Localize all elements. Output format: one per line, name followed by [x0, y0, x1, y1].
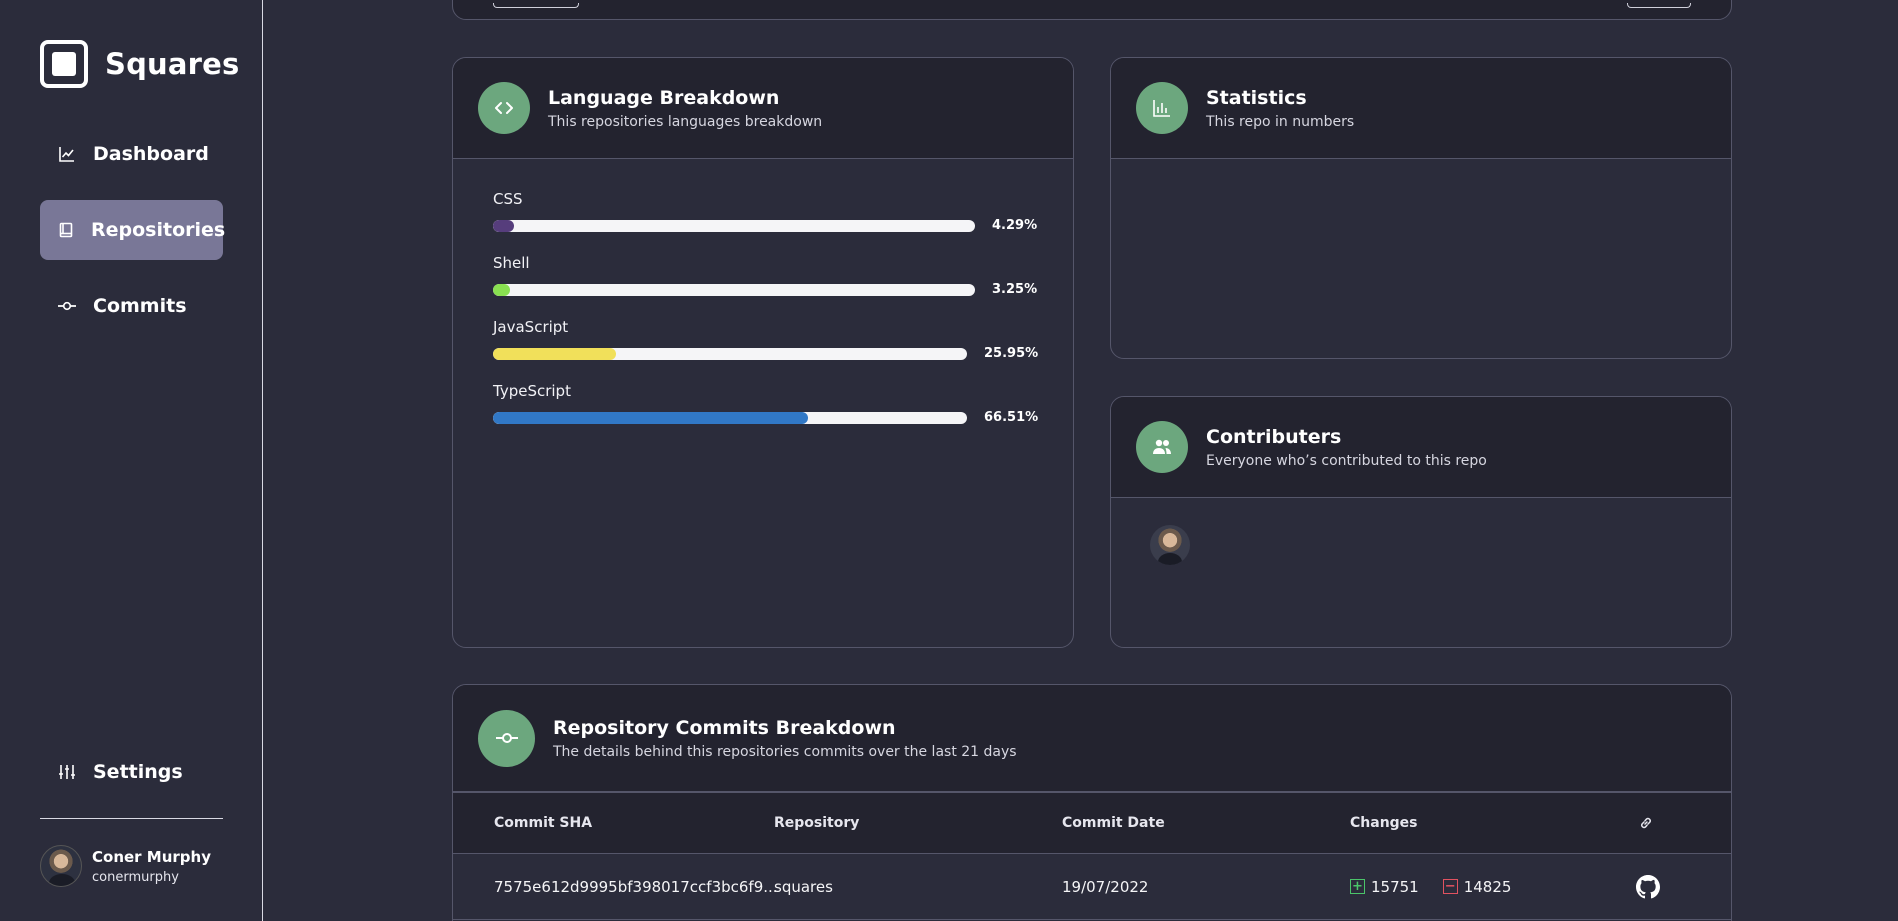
sidebar-item-settings[interactable]: Settings: [40, 742, 223, 802]
sidebar-item-dashboard[interactable]: Dashboard: [40, 124, 223, 184]
card-title: Language Breakdown: [548, 86, 780, 109]
language-progress-bar: [493, 283, 975, 296]
language-progress-fill: [493, 411, 809, 424]
contributor-avatar[interactable]: [1150, 525, 1190, 565]
github-icon[interactable]: [1636, 854, 1660, 919]
book-icon: [58, 221, 74, 239]
language-breakdown-card: Language Breakdown This repositories lan…: [452, 57, 1074, 648]
language-progress-bar: [493, 347, 967, 360]
brand-name: Squares: [105, 47, 240, 81]
language-percent: 66.51%: [984, 410, 1039, 425]
card-title: Repository Commits Breakdown: [553, 716, 896, 739]
column-header-date: Commit Date: [1062, 815, 1165, 831]
language-progress-fill: [493, 283, 510, 296]
card-subtitle: Everyone who’s contributed to this repo: [1206, 452, 1487, 469]
language-progress-fill: [493, 219, 514, 232]
language-progress-fill: [493, 347, 616, 360]
language-name: TypeScript: [493, 382, 571, 400]
chart-line-icon: [58, 145, 76, 163]
column-header-changes: Changes: [1350, 815, 1418, 831]
squares-logo-icon: [40, 40, 88, 88]
card-subtitle: This repo in numbers: [1206, 113, 1355, 130]
card-subtitle: The details behind this repositories com…: [553, 743, 1017, 760]
plus-square-icon: +: [1350, 879, 1365, 894]
commit-icon: [58, 297, 76, 315]
sidebar-item-repositories[interactable]: Repositories: [40, 200, 226, 260]
card-title: Statistics: [1206, 86, 1307, 109]
column-header-repository: Repository: [774, 815, 860, 831]
commit-changes: + 15751 − 14825: [1350, 854, 1511, 919]
sidebar-item-label: Dashboard: [93, 143, 209, 165]
code-icon: [478, 82, 530, 134]
language-percent: 4.29%: [992, 218, 1038, 233]
card-header: Repository Commits Breakdown The details…: [453, 685, 1731, 792]
deletions-count: 14825: [1463, 877, 1512, 896]
card-header: Statistics This repo in numbers: [1111, 58, 1731, 159]
table-row[interactable]: 7575e612d9995bf398017ccf3bc6f9... square…: [453, 854, 1731, 920]
top-card-button-left[interactable]: [493, 3, 579, 8]
card-subtitle: This repositories languages breakdown: [548, 113, 823, 130]
commit-date: 19/07/2022: [1062, 877, 1149, 896]
card-header: Language Breakdown This repositories lan…: [453, 58, 1073, 159]
additions-count: 15751: [1371, 877, 1419, 896]
language-item: CSS 4.29%: [493, 190, 1053, 233]
sliders-icon: [58, 763, 76, 781]
avatar: [40, 845, 82, 887]
sidebar-item-label: Repositories: [91, 219, 226, 241]
statistics-card: Statistics This repo in numbers: [1110, 57, 1732, 359]
sidebar-item-commits[interactable]: Commits: [40, 276, 223, 336]
card-title: Contributers: [1206, 425, 1342, 448]
language-name: JavaScript: [493, 318, 569, 336]
sidebar-item-label: Commits: [93, 295, 187, 317]
language-percent: 25.95%: [984, 346, 1039, 361]
user-handle: conermurphy: [92, 869, 179, 885]
contributors-card: Contributers Everyone who’s contributed …: [1110, 396, 1732, 648]
brand[interactable]: Squares: [40, 40, 240, 88]
language-progress-bar: [493, 411, 967, 424]
language-name: Shell: [493, 254, 530, 272]
sidebar: Squares Dashboard Repositories Commits S: [0, 0, 263, 921]
language-item: Shell 3.25%: [493, 254, 1053, 297]
sidebar-item-label: Settings: [93, 761, 183, 783]
bar-chart-icon: [1136, 82, 1188, 134]
language-item: JavaScript 25.95%: [493, 318, 1053, 361]
commit-repository: squares: [774, 877, 833, 896]
app-root: Squares Dashboard Repositories Commits S: [0, 0, 1898, 921]
card-header: Contributers Everyone who’s contributed …: [1111, 397, 1731, 498]
user-profile[interactable]: Coner Murphy conermurphy: [40, 845, 211, 887]
additions: + 15751: [1350, 878, 1419, 896]
language-progress-bar: [493, 219, 975, 232]
commits-breakdown-card: Repository Commits Breakdown The details…: [452, 684, 1732, 921]
language-name: CSS: [493, 190, 523, 208]
commit-icon: [478, 709, 535, 767]
link-icon: [1639, 793, 1653, 853]
table-header: Commit SHA Repository Commit Date Change…: [453, 792, 1731, 854]
user-name: Coner Murphy: [92, 847, 211, 866]
deletions: − 14825: [1442, 877, 1512, 896]
sidebar-divider: [40, 818, 223, 819]
top-card-partial: [452, 0, 1732, 20]
language-percent: 3.25%: [992, 282, 1038, 297]
column-header-sha: Commit SHA: [494, 815, 593, 831]
commit-sha: 7575e612d9995bf398017ccf3bc6f9...: [494, 877, 778, 896]
top-card-button-right[interactable]: [1627, 3, 1691, 8]
language-item: TypeScript 66.51%: [493, 382, 1053, 425]
users-icon: [1136, 421, 1188, 473]
minus-square-icon: −: [1442, 879, 1458, 894]
